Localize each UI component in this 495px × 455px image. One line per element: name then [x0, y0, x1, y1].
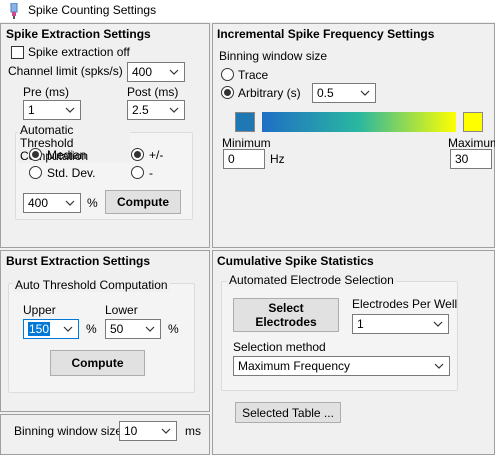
- panel-title: Burst Extraction Settings: [6, 254, 151, 268]
- lower-unit: %: [168, 322, 179, 336]
- trace-label: Trace: [238, 68, 269, 82]
- selection-method-dropdown[interactable]: Maximum Frequency: [233, 356, 450, 376]
- median-radio[interactable]: [29, 148, 42, 161]
- pre-value: 1: [28, 103, 35, 117]
- binning-window-dropdown[interactable]: 10: [119, 421, 177, 441]
- min-color-swatch[interactable]: [235, 112, 255, 132]
- chevron-down-icon: [161, 428, 171, 434]
- median-label: Median: [47, 148, 87, 162]
- window-title: Spike Counting Settings: [28, 3, 157, 17]
- minimum-input[interactable]: 0: [223, 149, 265, 169]
- stddev-label: Std. Dev.: [47, 166, 96, 180]
- chevron-down-icon: [65, 200, 75, 206]
- electrode-selection-title: Automated Electrode Selection: [227, 273, 396, 287]
- lower-dropdown[interactable]: 50: [105, 319, 161, 339]
- upper-dropdown[interactable]: 150: [23, 319, 79, 339]
- upper-unit: %: [86, 322, 97, 336]
- post-dropdown[interactable]: 2.5: [127, 100, 185, 120]
- minimum-label: Minimum: [222, 136, 271, 150]
- select-electrodes-button[interactable]: Select Electrodes: [233, 298, 339, 332]
- chevron-down-icon: [145, 326, 155, 332]
- maximum-label: Maximum: [448, 136, 495, 150]
- spike-extraction-off-label: Spike extraction off: [28, 45, 130, 59]
- chevron-down-icon: [434, 363, 444, 369]
- binning-window-unit: ms: [185, 424, 201, 438]
- threshold-percent-unit: %: [87, 196, 98, 210]
- chevron-down-icon: [433, 321, 443, 327]
- plusminus-label: +/-: [149, 148, 164, 162]
- stddev-radio[interactable]: [29, 166, 42, 179]
- trace-radio[interactable]: [221, 68, 234, 81]
- panel-title: Cumulative Spike Statistics: [217, 254, 374, 268]
- burst-compute-button[interactable]: Compute: [50, 350, 145, 376]
- post-value: 2.5: [132, 103, 149, 117]
- binning-window-value: 10: [124, 424, 138, 438]
- chevron-down-icon: [65, 107, 75, 113]
- chevron-down-icon: [360, 90, 370, 96]
- spike-extraction-off-checkbox[interactable]: [11, 46, 24, 59]
- arbitrary-window-dropdown[interactable]: 0.5: [312, 83, 376, 103]
- panel-title: Incremental Spike Frequency Settings: [217, 27, 435, 41]
- selected-table-button[interactable]: Selected Table ...: [235, 402, 341, 423]
- electrodes-per-well-value: 1: [357, 317, 364, 331]
- minus-label: -: [149, 166, 153, 180]
- incremental-frequency-panel: Incremental Spike Frequency Settings Bin…: [212, 23, 495, 248]
- arbitrary-radio[interactable]: [221, 86, 234, 99]
- maximum-input[interactable]: 30: [450, 149, 492, 169]
- pre-label: Pre (ms): [23, 85, 69, 99]
- arbitrary-window-value: 0.5: [317, 86, 334, 100]
- upper-label: Upper: [23, 303, 56, 317]
- app-icon: [10, 3, 18, 19]
- electrodes-per-well-label: Electrodes Per Well: [352, 297, 458, 311]
- plusminus-radio[interactable]: [131, 148, 144, 161]
- burst-threshold-title: Auto Threshold Computation: [13, 278, 170, 292]
- color-gradient-bar: [262, 112, 456, 132]
- compute-threshold-button[interactable]: Compute: [105, 190, 181, 214]
- binning-window-label: Binning window size: [14, 424, 123, 438]
- panel-title: Spike Extraction Settings: [6, 27, 151, 41]
- electrodes-per-well-dropdown[interactable]: 1: [352, 314, 449, 334]
- pre-dropdown[interactable]: 1: [23, 100, 81, 120]
- arbitrary-label: Arbitrary (s): [238, 86, 301, 100]
- minimum-unit: Hz: [270, 152, 285, 166]
- cumulative-statistics-panel: Cumulative Spike Statistics Automated El…: [212, 250, 495, 455]
- max-color-swatch[interactable]: [463, 112, 483, 132]
- burst-extraction-panel: Burst Extraction Settings Auto Threshold…: [0, 250, 210, 412]
- chevron-down-icon: [63, 326, 73, 332]
- channel-limit-value: 400: [132, 65, 153, 79]
- post-label: Post (ms): [127, 85, 179, 99]
- binning-window-label: Binning window size: [219, 49, 328, 63]
- selection-method-label: Selection method: [233, 340, 326, 354]
- chevron-down-icon: [169, 69, 179, 75]
- threshold-percent-value: 400: [28, 196, 49, 210]
- upper-value: 150: [28, 322, 51, 336]
- threshold-percent-dropdown[interactable]: 400: [23, 193, 81, 213]
- spike-extraction-panel: Spike Extraction Settings Spike extracti…: [0, 23, 210, 248]
- lower-label: Lower: [105, 303, 138, 317]
- minus-radio[interactable]: [131, 166, 144, 179]
- binning-window-panel: Binning window size 10 ms: [0, 414, 210, 455]
- lower-value: 50: [110, 322, 124, 336]
- channel-limit-label: Channel limit (spks/s): [8, 64, 123, 78]
- channel-limit-dropdown[interactable]: 400: [127, 62, 185, 82]
- selection-method-value: Maximum Frequency: [238, 359, 351, 373]
- chevron-down-icon: [169, 107, 179, 113]
- title-bar: Spike Counting Settings: [0, 0, 495, 22]
